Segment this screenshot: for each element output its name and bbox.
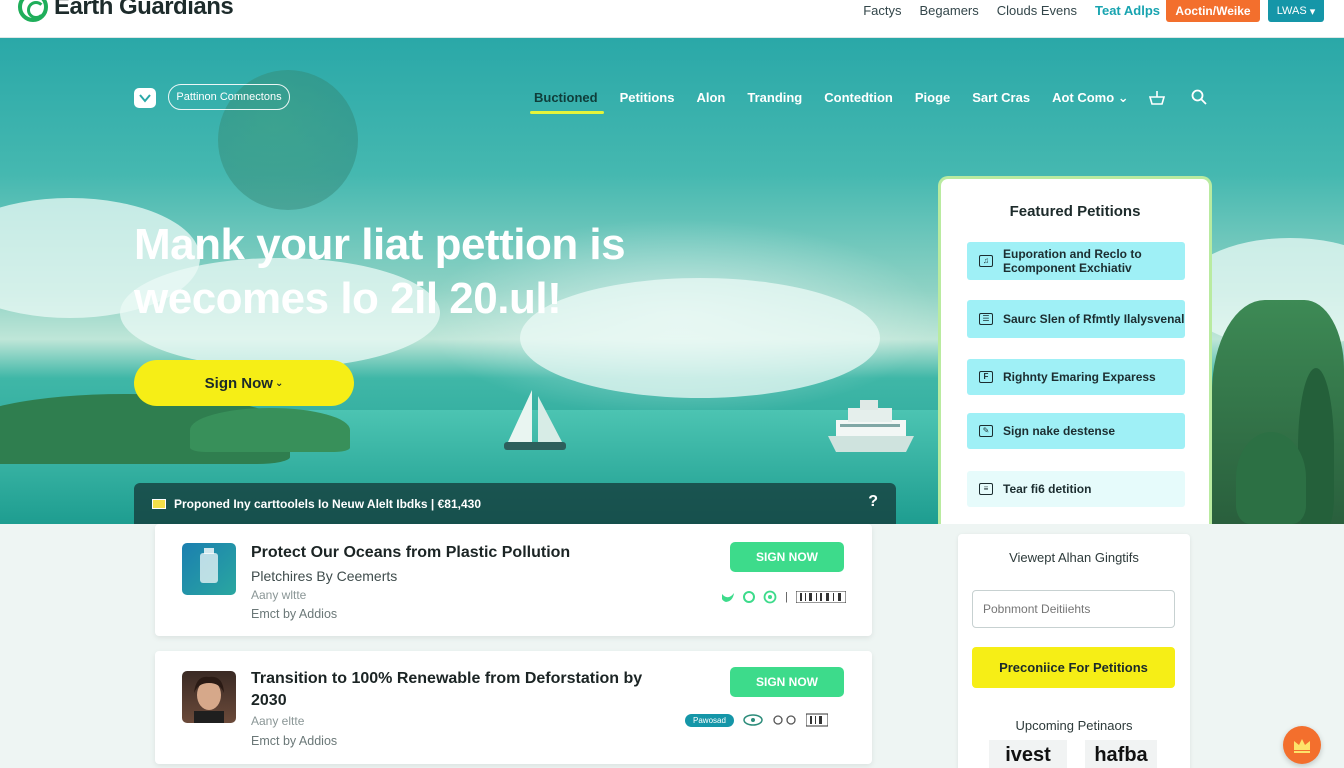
- featured-item[interactable]: ♫ Euporation and Reclo to Ecomponent Exc…: [967, 242, 1185, 280]
- top-teal-button[interactable]: LWAS ▾: [1268, 0, 1324, 22]
- document-icon: ♫: [979, 255, 993, 267]
- nav-link-petitions[interactable]: Petitions: [620, 90, 675, 106]
- sidebar-widget: Viewept Alhan Gingtifs Preconiice For Pe…: [958, 534, 1190, 768]
- status-badge: Pawosad: [685, 713, 734, 727]
- edit-icon: ✎: [979, 425, 993, 437]
- sidebar-title: Viewept Alhan Gingtifs: [1009, 550, 1139, 565]
- chevron-down-icon: ▾: [1309, 5, 1316, 18]
- sign-now-button[interactable]: Sign Now ⌄: [134, 360, 354, 406]
- crown-icon: [1294, 739, 1310, 753]
- petition-meta: Aany eltte: [251, 714, 305, 728]
- brand-name: Earth Guardians: [54, 0, 234, 20]
- nav-link-tranding[interactable]: Tranding: [747, 90, 802, 106]
- upcoming-heading: Upcoming Petinaors: [1015, 718, 1133, 733]
- ocean-thumbnail[interactable]: [182, 543, 236, 595]
- petition-title[interactable]: Protect Our Oceans from Plastic Pollutio…: [251, 542, 570, 564]
- featured-item[interactable]: ≡ Tear fi6 detition: [967, 471, 1185, 507]
- hero-title-line-2: wecomes lo 2il 20.ul!: [134, 274, 562, 323]
- top-link-begamers[interactable]: Begamers: [920, 3, 979, 18]
- author-avatar[interactable]: [182, 671, 236, 723]
- twitter-icon[interactable]: [721, 591, 735, 603]
- divider: |: [785, 591, 788, 603]
- top-link-teat-adlps[interactable]: Teat Adlps: [1095, 3, 1160, 18]
- top-teal-button-label: LWAS: [1276, 5, 1307, 17]
- nav-link-alon[interactable]: Alon: [696, 90, 725, 106]
- hero-nav: Pattinon Comnectons Buctioned Petitions …: [134, 84, 1214, 114]
- chevron-down-icon: ⌄: [1117, 90, 1129, 105]
- hero-title-line-1: Mank your liat pettion is: [134, 220, 626, 269]
- barcode-icon: [805, 713, 828, 727]
- eye-icon[interactable]: [742, 713, 764, 727]
- arrow-icon: ⌄: [274, 377, 284, 389]
- sign-now-button[interactable]: SIGN NOW: [730, 667, 844, 697]
- share-icon[interactable]: [743, 591, 755, 603]
- search-icon[interactable]: [1190, 88, 1208, 106]
- sign-now-button[interactable]: SIGN NOW: [730, 542, 844, 572]
- featured-item-label: Righnty Emaring Exparess: [1003, 370, 1156, 384]
- nav-link-pioge[interactable]: Pioge: [915, 90, 950, 106]
- banner-text: Proponed Iny carttoolels Io Neuw Alelt I…: [174, 496, 481, 511]
- sponsor-logo[interactable]: hafba: [1085, 740, 1157, 768]
- nav-link-aot-como-label: Aot Como: [1052, 90, 1115, 105]
- tree-decoration: [1236, 432, 1306, 524]
- featured-item-label: Saurc Slen of Rfmtly Ilalysvenal: [1003, 312, 1185, 326]
- petition-author: Emct by Addios: [251, 607, 338, 621]
- petition-card: Protect Our Oceans from Plastic Pollutio…: [155, 524, 872, 636]
- basket-icon[interactable]: [1148, 88, 1166, 106]
- nav-icons: [1148, 88, 1208, 106]
- nav-pill-connections[interactable]: Pattinon Comnectons: [168, 84, 290, 110]
- featured-item[interactable]: ✎ Sign nake destense: [967, 413, 1185, 449]
- home-button[interactable]: [134, 88, 156, 108]
- featured-item[interactable]: F Righnty Emaring Exparess: [967, 359, 1185, 395]
- top-links: Factys Begamers Clouds Evens Teat Adlps: [863, 0, 1160, 20]
- sponsor-logo[interactable]: ivest: [989, 740, 1067, 768]
- petition-card: Transition to 100% Renewable from Defors…: [155, 651, 872, 764]
- bird-icon: [139, 94, 151, 103]
- featured-petitions-panel: Featured Petitions ♫ Euporation and Recl…: [938, 176, 1212, 524]
- petition-subtitle: Pletchires By Ceemerts: [251, 568, 398, 584]
- main-nav-links: Buctioned Petitions Alon Tranding Conted…: [530, 90, 1129, 114]
- petition-search-input[interactable]: [972, 590, 1175, 628]
- sailboat-illustration: [504, 390, 566, 450]
- petition-meta: Aany wltte: [251, 588, 307, 602]
- sign-now-label: Sign Now: [204, 374, 273, 392]
- top-link-clouds-evens[interactable]: Clouds Evens: [997, 3, 1077, 18]
- hero-banner: Proponed Iny carttoolels Io Neuw Alelt I…: [134, 483, 896, 524]
- bottle-icon: [200, 548, 218, 583]
- petition-author: Emct by Addios: [251, 734, 338, 748]
- share-tools: Pawosad: [685, 713, 828, 727]
- nav-link-buctioned[interactable]: Buctioned: [530, 90, 604, 114]
- featured-item[interactable]: ☰ Saurc Slen of Rfmtly Ilalysvenal: [967, 300, 1185, 338]
- top-link-factys[interactable]: Factys: [863, 3, 901, 18]
- island-decoration: [190, 408, 350, 452]
- brand[interactable]: Earth Guardians: [18, 0, 234, 22]
- featured-item-label: Euporation and Reclo to Ecomponent Exchi…: [1003, 247, 1142, 275]
- person-photo: [194, 676, 224, 723]
- featured-item-label: Tear fi6 detition: [1003, 482, 1092, 496]
- nav-link-sart-cras[interactable]: Sart Cras: [972, 90, 1030, 106]
- top-bar: Earth Guardians Factys Begamers Clouds E…: [0, 0, 1344, 38]
- document-icon: ☰: [979, 313, 993, 325]
- featured-item-label: Sign nake destense: [1003, 424, 1116, 438]
- floating-action-button[interactable]: [1283, 726, 1321, 764]
- document-icon: ≡: [979, 483, 993, 495]
- share-icon[interactable]: [772, 713, 798, 727]
- flag-icon: [152, 498, 166, 509]
- petition-title[interactable]: Transition to 100% Renewable from Defors…: [251, 668, 671, 712]
- nav-link-aot-como[interactable]: Aot Como ⌄: [1052, 90, 1129, 106]
- whatsapp-icon[interactable]: [763, 590, 777, 604]
- hero-title: Mank your liat pettion is wecomes lo 2il…: [134, 218, 774, 326]
- earth-logo-icon: [18, 0, 48, 22]
- barcode-icon: [795, 591, 846, 603]
- help-icon[interactable]: ?: [868, 493, 878, 511]
- featured-title: Featured Petitions: [1009, 203, 1141, 220]
- share-tools: |: [721, 590, 846, 604]
- top-orange-button[interactable]: Aoctin/Weike: [1166, 0, 1260, 22]
- document-icon: F: [979, 371, 993, 383]
- preconiice-button[interactable]: Preconiice For Petitions: [972, 647, 1175, 688]
- nav-link-contedtion[interactable]: Contedtion: [824, 90, 893, 106]
- ship-illustration: [828, 400, 914, 452]
